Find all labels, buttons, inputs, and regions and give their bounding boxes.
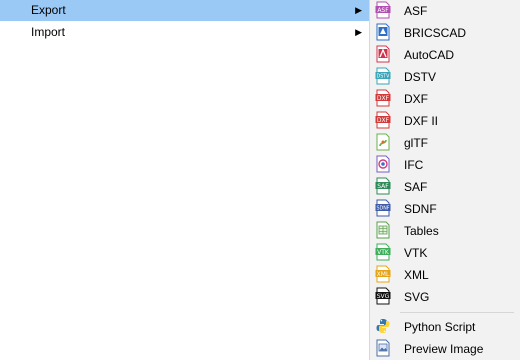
submenu-item-saf[interactable]: SAF SAF xyxy=(370,176,520,198)
submenu-item-label: DXF xyxy=(404,92,428,106)
submenu-item-dstv[interactable]: DSTV DSTV xyxy=(370,66,520,88)
submenu-item-asf[interactable]: ASF ASF xyxy=(370,0,520,22)
submenu-item-label: Python Script xyxy=(404,320,476,334)
preview-image-icon xyxy=(375,339,391,357)
submenu-item-preview-image[interactable]: Preview Image xyxy=(370,338,520,360)
menu-item-label: Import xyxy=(31,25,66,39)
submenu-item-label: Preview Image xyxy=(404,342,484,356)
submenu-item-gltf[interactable]: glTF xyxy=(370,132,520,154)
svg-text:ASF: ASF xyxy=(377,7,389,14)
submenu-arrow-icon: ▶ xyxy=(355,27,362,37)
submenu-item-dxf[interactable]: DXF DXF xyxy=(370,88,520,110)
autocad-icon xyxy=(375,45,391,63)
saf-file-icon: SAF xyxy=(375,177,391,195)
submenu-item-label: Tables xyxy=(404,224,439,238)
submenu-item-label: VTK xyxy=(404,246,428,260)
submenu-item-vtk[interactable]: VTK VTK xyxy=(370,242,520,264)
sdnf-file-icon: SDNF xyxy=(375,199,391,217)
submenu-item-label: SAF xyxy=(404,180,428,194)
export-submenu: ASF ASF BRICSCAD AutoCAD DSTV DSTV DXF D… xyxy=(369,0,520,360)
python-icon xyxy=(375,317,391,335)
submenu-item-label: DSTV xyxy=(404,70,437,84)
bricscad-icon xyxy=(375,23,391,41)
submenu-item-label: AutoCAD xyxy=(404,48,455,62)
svg-text:DXF: DXF xyxy=(377,117,390,124)
xml-file-icon: XML xyxy=(375,265,391,283)
submenu-item-tables[interactable]: Tables xyxy=(370,220,520,242)
submenu-arrow-icon: ▶ xyxy=(355,5,362,15)
ifc-file-icon xyxy=(375,155,391,173)
menu-item-import[interactable]: Import ▶ xyxy=(0,22,369,43)
svg-text:SDNF: SDNF xyxy=(376,206,389,212)
svg-text:SAF: SAF xyxy=(377,183,389,190)
svg-file-icon: SVG xyxy=(375,287,391,305)
menu-item-label: Export xyxy=(31,3,66,17)
submenu-item-label: SDNF xyxy=(404,202,437,216)
submenu-item-label: IFC xyxy=(404,158,424,172)
submenu-item-label: XML xyxy=(404,268,429,282)
svg-text:XML: XML xyxy=(377,271,390,278)
submenu-item-svg[interactable]: SVG SVG xyxy=(370,286,520,308)
submenu-item-label: BRICSCAD xyxy=(404,26,467,40)
submenu-item-label: DXF II xyxy=(404,114,439,128)
menu-item-export[interactable]: Export ▶ xyxy=(0,0,369,21)
dxf-file-icon: DXF xyxy=(375,89,391,107)
submenu-item-label: SVG xyxy=(404,290,430,304)
tables-file-icon xyxy=(375,221,391,239)
submenu-item-xml[interactable]: XML XML xyxy=(370,264,520,286)
submenu-item-sdnf[interactable]: SDNF SDNF xyxy=(370,198,520,220)
submenu-item-label: ASF xyxy=(404,4,428,18)
context-menu: Export ▶ Import ▶ xyxy=(0,0,369,360)
menu-separator xyxy=(400,312,514,313)
dxf-ii-file-icon: DXF xyxy=(375,111,391,129)
svg-text:DXF: DXF xyxy=(377,95,390,102)
vtk-file-icon: VTK xyxy=(375,243,391,261)
submenu-item-dxf-ii[interactable]: DXF DXF II xyxy=(370,110,520,132)
submenu-item-bricscad[interactable]: BRICSCAD xyxy=(370,22,520,44)
asf-file-icon: ASF xyxy=(375,1,391,19)
submenu-item-python-script[interactable]: Python Script xyxy=(370,316,520,338)
dstv-file-icon: DSTV xyxy=(375,67,391,85)
submenu-item-label: glTF xyxy=(404,136,428,150)
submenu-item-autocad[interactable]: AutoCAD xyxy=(370,44,520,66)
svg-text:DSTV: DSTV xyxy=(377,74,391,80)
gltf-file-icon xyxy=(375,133,391,151)
svg-text:SVG: SVG xyxy=(377,293,390,300)
svg-text:VTK: VTK xyxy=(377,249,390,256)
submenu-item-ifc[interactable]: IFC xyxy=(370,154,520,176)
